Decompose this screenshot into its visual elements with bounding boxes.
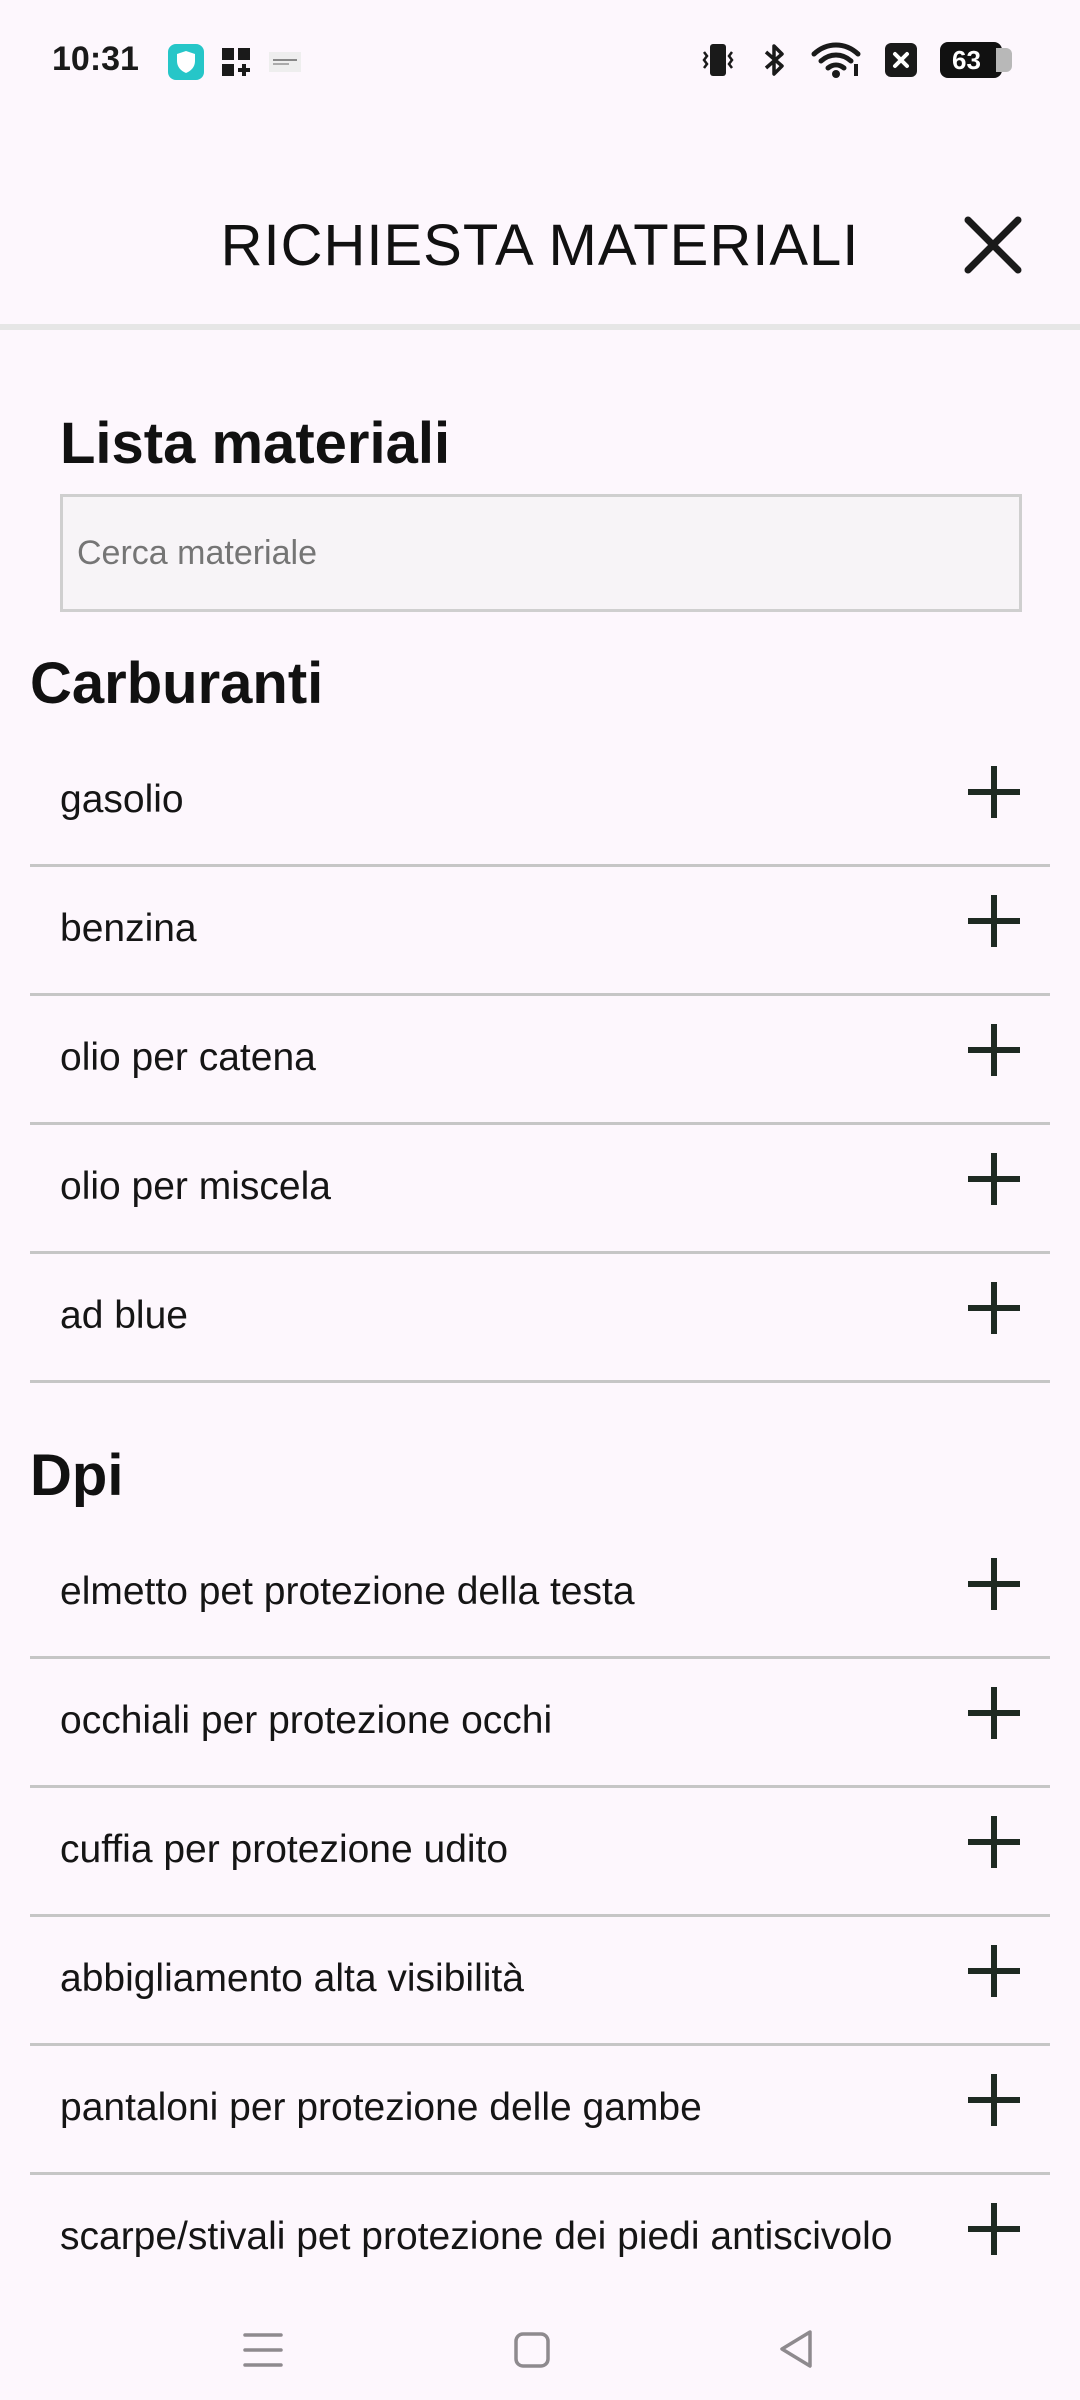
close-box-icon xyxy=(885,43,917,77)
bluetooth-icon xyxy=(764,44,784,76)
item-label: occhiali per protezione occhi xyxy=(60,1699,553,1742)
list-item[interactable]: olio per catena xyxy=(30,996,1050,1125)
shield-app-icon xyxy=(168,44,204,80)
notification-thumb-icon xyxy=(269,52,301,72)
system-nav-bar xyxy=(0,2290,1080,2400)
item-label: elmetto pet protezione della testa xyxy=(60,1570,635,1613)
list-item[interactable]: pantaloni per protezione delle gambe xyxy=(30,2046,1050,2175)
wifi-icon xyxy=(811,42,861,78)
add-icon[interactable] xyxy=(964,762,1024,822)
list-item[interactable]: ad blue xyxy=(30,1254,1050,1383)
list-item[interactable]: abbigliamento alta visibilità xyxy=(30,1917,1050,2046)
add-icon[interactable] xyxy=(964,2070,1024,2130)
category-title-dpi: Dpi xyxy=(30,1443,124,1508)
item-label: pantaloni per protezione delle gambe xyxy=(60,2086,702,2129)
add-icon[interactable] xyxy=(964,1683,1024,1743)
list-item[interactable]: cuffia per protezione udito xyxy=(30,1788,1050,1917)
status-bar: 10:31 63 xyxy=(0,0,1080,126)
status-left-icons xyxy=(168,44,302,80)
item-label: benzina xyxy=(60,907,197,950)
search-input[interactable] xyxy=(60,494,1022,612)
list-item[interactable]: scarpe/stivali pet protezione dei piedi … xyxy=(30,2175,1050,2304)
vibrate-icon xyxy=(702,44,734,76)
item-label: ad blue xyxy=(60,1294,188,1337)
list-item[interactable]: olio per miscela xyxy=(30,1125,1050,1254)
list-item[interactable]: occhiali per protezione occhi xyxy=(30,1659,1050,1788)
add-icon[interactable] xyxy=(964,1812,1024,1872)
home-icon[interactable] xyxy=(512,2330,552,2370)
list-item[interactable]: benzina xyxy=(30,867,1050,996)
back-icon[interactable] xyxy=(776,2328,816,2370)
close-icon[interactable] xyxy=(958,210,1028,280)
list-item[interactable]: gasolio xyxy=(30,738,1050,867)
item-label: scarpe/stivali pet protezione dei piedi … xyxy=(60,2215,893,2258)
category-title-carburanti: Carburanti xyxy=(30,651,324,716)
list-item[interactable]: elmetto pet protezione della testa xyxy=(30,1530,1050,1659)
add-icon[interactable] xyxy=(964,1278,1024,1338)
widget-grid-icon xyxy=(222,48,250,76)
header: RICHIESTA MATERIALI xyxy=(0,190,1080,330)
item-label: olio per miscela xyxy=(60,1165,331,1208)
menu-icon[interactable] xyxy=(242,2330,284,2370)
status-right-icons: 63 xyxy=(698,40,1012,80)
add-icon[interactable] xyxy=(964,1020,1024,1080)
item-label: cuffia per protezione udito xyxy=(60,1828,509,1871)
battery-icon: 63 xyxy=(940,42,1012,78)
add-icon[interactable] xyxy=(964,1941,1024,2001)
battery-level: 63 xyxy=(952,44,981,75)
add-icon[interactable] xyxy=(964,891,1024,951)
status-time: 10:31 xyxy=(52,40,139,78)
section-title: Lista materiali xyxy=(60,411,451,476)
add-icon[interactable] xyxy=(964,1554,1024,1614)
add-icon[interactable] xyxy=(964,2199,1024,2259)
item-label: olio per catena xyxy=(60,1036,316,1079)
item-label: gasolio xyxy=(60,778,184,821)
page-title: RICHIESTA MATERIALI xyxy=(220,213,860,278)
item-label: abbigliamento alta visibilità xyxy=(60,1957,524,2000)
add-icon[interactable] xyxy=(964,1149,1024,1209)
